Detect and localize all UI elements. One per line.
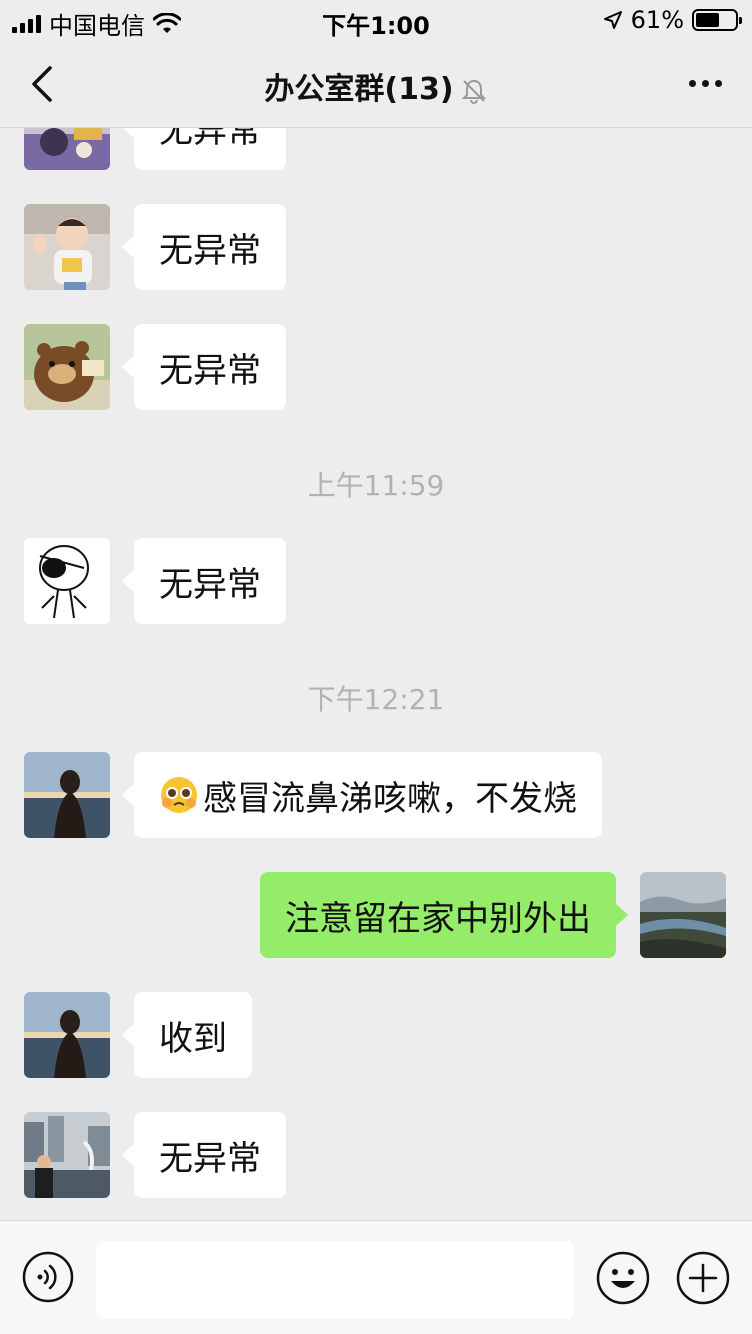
message-bubble[interactable]: 感冒流鼻涕咳嗽，不发烧 [122, 752, 602, 838]
location-arrow-icon [603, 11, 622, 29]
avatar-eyepatch-icon[interactable] [24, 538, 110, 624]
time-divider: 下午12:21 [307, 683, 445, 716]
avatar-sea-girl-icon[interactable] [24, 752, 110, 838]
status-bar: 中国电信 下午1:00 61% [0, 0, 752, 44]
message-bubble[interactable]: 收到 [122, 992, 252, 1078]
battery-fill [696, 13, 719, 27]
message-bubble[interactable]: 无异常 [122, 204, 286, 290]
avatar-child-icon[interactable] [24, 204, 110, 290]
pleading-face-icon [161, 777, 197, 813]
battery-percent: 61% [630, 6, 684, 34]
avatar-landscape-icon[interactable] [640, 872, 726, 958]
avatar-merlion-icon[interactable] [24, 1112, 110, 1198]
nav-bar: 办公室群(13) [0, 44, 752, 128]
avatar-sea-girl-icon[interactable] [24, 992, 110, 1078]
chat-title: 办公室群(13) [264, 72, 454, 107]
message-bubble[interactable]: 无异常 [122, 1112, 286, 1198]
chat-area[interactable]: 无异常 无异常 无异常 上午11:59 无异常 下午12:21 感冒流鼻涕咳嗽，… [0, 128, 752, 1220]
message-input[interactable] [96, 1241, 574, 1319]
mute-bell-icon [461, 79, 486, 104]
avatar-bear-icon[interactable] [24, 324, 110, 410]
message-bubble[interactable]: 无异常 [122, 128, 286, 170]
message-text: 感冒流鼻涕咳嗽，不发烧 [203, 778, 577, 819]
status-right: 61% [603, 6, 742, 34]
message-bubble[interactable]: 无异常 [122, 324, 286, 410]
input-bar [0, 1220, 752, 1334]
more-icon[interactable] [689, 80, 722, 87]
emoji-icon[interactable] [596, 1251, 650, 1305]
message-bubble[interactable]: 无异常 [122, 538, 286, 624]
plus-icon[interactable] [676, 1251, 730, 1305]
voice-icon[interactable] [22, 1251, 74, 1303]
battery-icon [692, 9, 742, 31]
chat-title-wrap[interactable]: 办公室群(13) [0, 64, 752, 108]
avatar-cartoon-icon[interactable] [24, 128, 110, 170]
time-divider: 上午11:59 [307, 469, 445, 502]
message-bubble-outgoing[interactable]: 注意留在家中别外出 [260, 872, 628, 958]
